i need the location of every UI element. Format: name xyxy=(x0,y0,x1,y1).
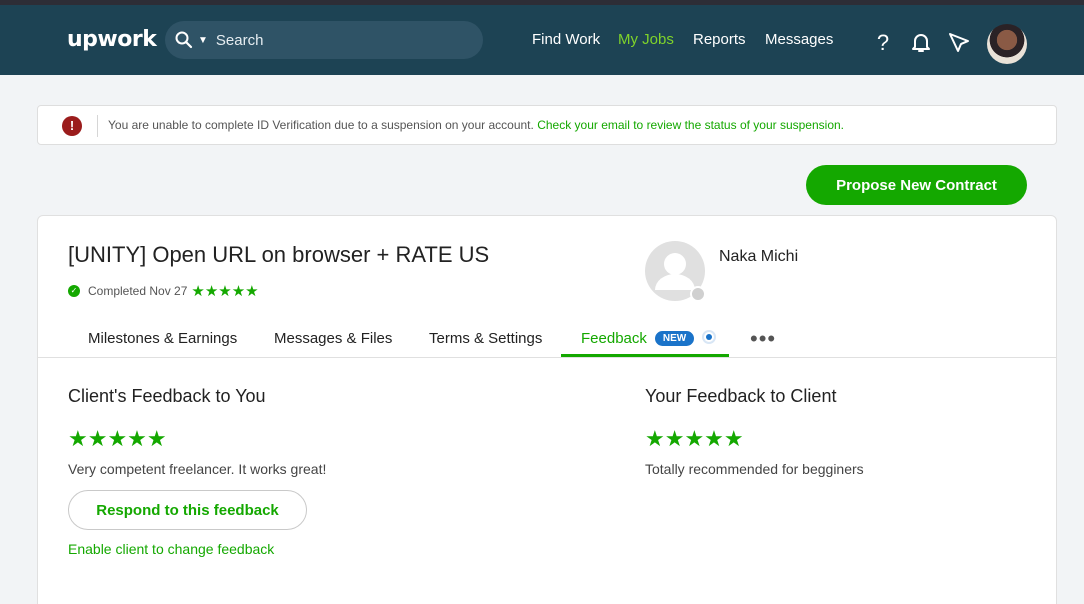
tab-feedback-label: Feedback xyxy=(581,330,647,347)
client-name[interactable]: Naka Michi xyxy=(719,248,798,266)
alert-message: You are unable to complete ID Verificati… xyxy=(108,118,844,132)
chevron-down-icon[interactable]: ▼ xyxy=(198,35,208,46)
client-feedback-text: Very competent freelancer. It works grea… xyxy=(68,461,327,477)
error-icon: ! xyxy=(62,116,82,136)
contract-card: [UNITY] Open URL on browser + RATE US ✓ … xyxy=(37,215,1057,604)
nav-my-jobs[interactable]: My Jobs xyxy=(618,31,674,48)
help-icon[interactable]: ? xyxy=(871,30,895,54)
send-icon[interactable] xyxy=(947,30,971,54)
enable-change-feedback-link[interactable]: Enable client to change feedback xyxy=(68,541,274,557)
bell-icon[interactable] xyxy=(909,30,933,54)
alert-text: You are unable to complete ID Verificati… xyxy=(108,118,534,132)
contract-title: [UNITY] Open URL on browser + RATE US xyxy=(68,242,490,267)
propose-new-contract-button[interactable]: Propose New Contract xyxy=(806,165,1027,205)
rating-stars: ★★★★★ xyxy=(191,283,259,300)
tab-milestones-earnings[interactable]: Milestones & Earnings xyxy=(88,330,237,347)
svg-text:?: ? xyxy=(877,30,889,54)
respond-feedback-button[interactable]: Respond to this feedback xyxy=(68,490,307,530)
active-tab-indicator xyxy=(561,354,729,357)
alert-link[interactable]: Check your email to review the status of… xyxy=(537,118,844,132)
nav-messages[interactable]: Messages xyxy=(765,31,833,48)
tab-feedback[interactable]: Feedback NEW xyxy=(581,330,695,347)
contract-tabs: Milestones & Earnings Messages & Files T… xyxy=(38,322,1056,358)
check-circle-icon: ✓ xyxy=(68,285,80,297)
your-feedback-text: Totally recommended for begginers xyxy=(645,461,864,477)
client-feedback-heading: Client's Feedback to You xyxy=(68,386,266,406)
nav-reports[interactable]: Reports xyxy=(693,31,746,48)
tab-terms-settings[interactable]: Terms & Settings xyxy=(429,330,542,347)
client-feedback-stars: ★★★★★ xyxy=(68,426,167,451)
nav-find-work[interactable]: Find Work xyxy=(532,31,600,48)
suspension-alert: ! You are unable to complete ID Verifica… xyxy=(37,105,1057,145)
upwork-logo[interactable]: upwork xyxy=(67,27,157,52)
contract-status: ✓ Completed Nov 27 ★★★★★ xyxy=(68,282,259,300)
user-avatar[interactable] xyxy=(987,24,1027,64)
search-bar[interactable]: ▼ xyxy=(165,21,483,59)
your-feedback-heading: Your Feedback to Client xyxy=(645,386,837,406)
top-navbar: upwork ▼ Find Work My Jobs Reports Messa… xyxy=(0,0,1084,75)
new-badge: NEW xyxy=(654,331,695,346)
client-avatar-icon xyxy=(645,241,706,302)
tab-messages-files[interactable]: Messages & Files xyxy=(274,330,392,347)
search-input[interactable] xyxy=(215,31,466,49)
status-text: Completed Nov 27 xyxy=(88,284,188,298)
more-options-icon[interactable]: ••• xyxy=(750,326,776,352)
notification-dot-icon xyxy=(702,330,716,344)
search-icon[interactable] xyxy=(174,30,194,50)
your-feedback-stars: ★★★★★ xyxy=(645,426,744,451)
divider xyxy=(97,115,98,137)
